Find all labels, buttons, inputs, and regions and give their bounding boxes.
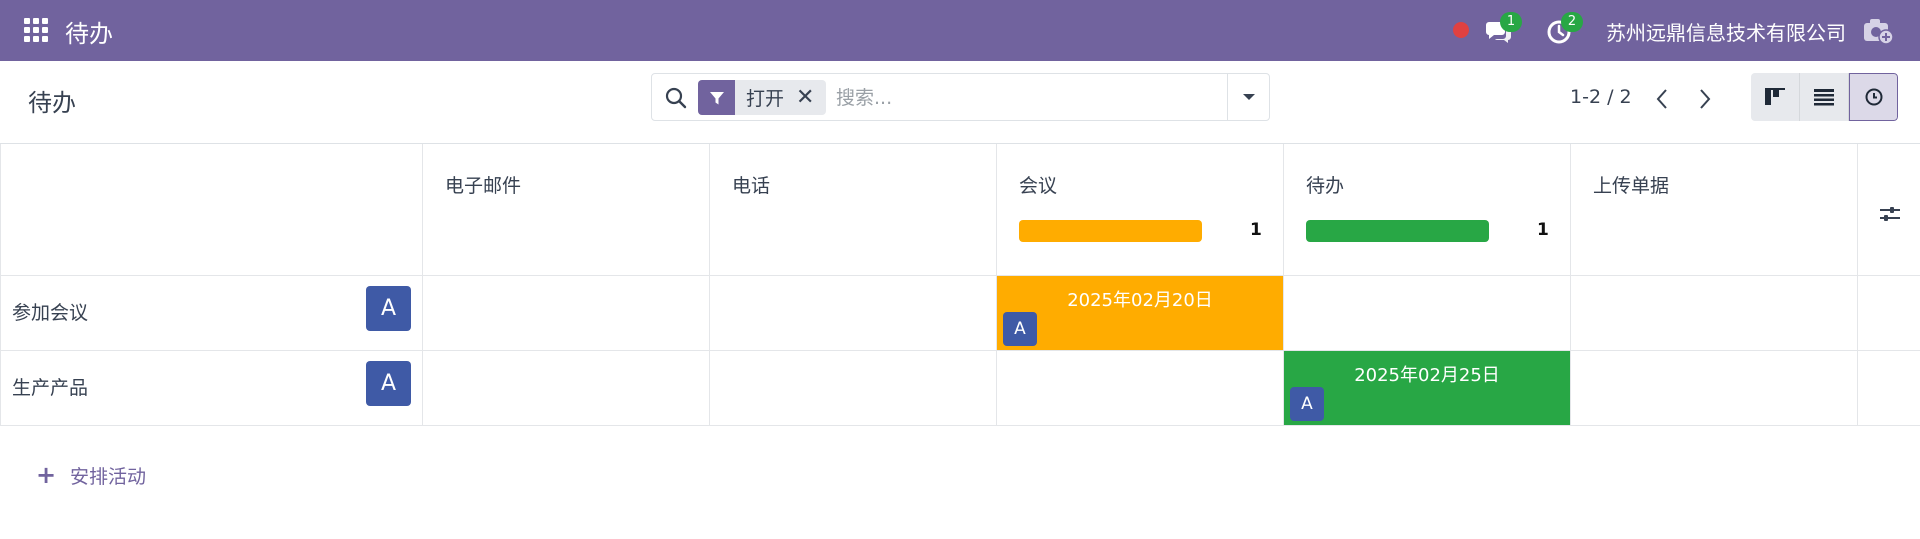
- facet-remove-icon[interactable]: ✕: [796, 85, 826, 110]
- meeting-count: 1: [1250, 220, 1262, 240]
- apps-menu-icon[interactable]: [24, 18, 48, 42]
- column-header-meeting[interactable]: 会议: [1019, 171, 1057, 198]
- search-options-toggle[interactable]: [1227, 74, 1269, 120]
- activities-clock-icon[interactable]: 2: [1545, 12, 1583, 46]
- search-bar[interactable]: 打开 ✕: [651, 73, 1270, 121]
- todo-progress-bar[interactable]: [1306, 220, 1489, 242]
- column-header-email[interactable]: 电子邮件: [445, 171, 521, 198]
- column-header-todo[interactable]: 待办: [1306, 171, 1344, 198]
- list-view-button[interactable]: [1800, 73, 1849, 121]
- plus-icon: +: [36, 461, 57, 489]
- column-header-upload-document[interactable]: 上传单据: [1593, 171, 1669, 198]
- avatar[interactable]: A: [1003, 312, 1037, 346]
- search-icon[interactable]: [664, 86, 688, 110]
- schedule-activity-button[interactable]: + 安排活动: [36, 461, 146, 489]
- top-navbar: 待办 1 2 苏州远鼎信息技术有限公司: [0, 0, 1920, 61]
- kanban-view-button[interactable]: [1751, 73, 1800, 121]
- view-switcher: [1751, 73, 1898, 121]
- page-title: 待办: [28, 89, 76, 117]
- activity-date: 2025年02月25日: [1354, 365, 1500, 386]
- row-label[interactable]: 生产产品: [12, 373, 88, 400]
- avatar[interactable]: A: [1290, 387, 1324, 421]
- activity-cell-meeting[interactable]: 2025年02月20日 A: [997, 276, 1283, 350]
- pager-previous-button[interactable]: [1642, 79, 1682, 119]
- facet-label: 打开: [746, 88, 785, 110]
- column-header-call[interactable]: 电话: [732, 171, 770, 198]
- activity-cell-todo[interactable]: 2025年02月25日 A: [1284, 351, 1570, 425]
- filter-facet[interactable]: 打开 ✕: [698, 80, 827, 115]
- avatar[interactable]: A: [366, 361, 411, 406]
- pager-value[interactable]: 1-2 / 2: [1570, 86, 1632, 108]
- company-switcher[interactable]: 苏州远鼎信息技术有限公司: [1606, 17, 1846, 46]
- control-panel: 待办 打开 ✕ 1-2 / 2: [0, 61, 1920, 144]
- recording-indicator-icon[interactable]: [1453, 22, 1469, 38]
- user-avatar-camera-icon[interactable]: [1862, 16, 1894, 46]
- search-input[interactable]: [836, 82, 1216, 114]
- row-label[interactable]: 参加会议: [12, 298, 88, 325]
- schedule-activity-label: 安排活动: [70, 465, 147, 488]
- activity-date: 2025年02月20日: [1067, 290, 1213, 311]
- messages-badge: 1: [1500, 12, 1522, 32]
- activity-view-button[interactable]: [1849, 73, 1898, 121]
- messages-icon[interactable]: 1: [1484, 12, 1522, 46]
- avatar[interactable]: A: [366, 286, 411, 331]
- activities-badge: 2: [1561, 12, 1583, 32]
- meeting-progress-bar[interactable]: [1019, 220, 1202, 242]
- column-settings-icon[interactable]: [1878, 202, 1902, 226]
- app-title[interactable]: 待办: [65, 14, 113, 49]
- filter-icon: [698, 80, 735, 115]
- todo-count: 1: [1537, 220, 1549, 240]
- pager-next-button[interactable]: [1685, 79, 1725, 119]
